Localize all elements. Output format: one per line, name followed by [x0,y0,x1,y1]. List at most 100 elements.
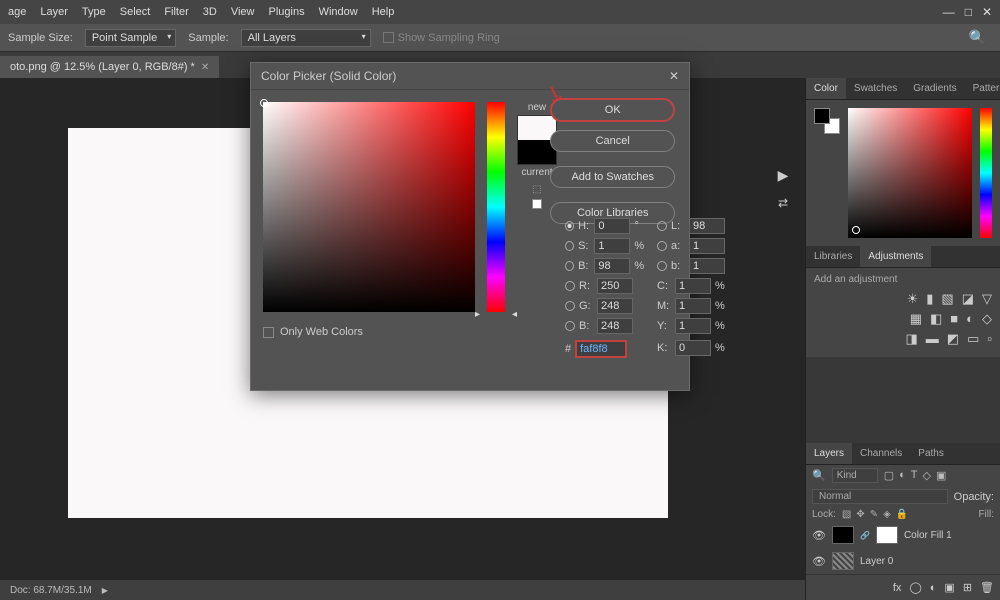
only-web-colors-checkbox[interactable]: Only Web Colors [263,326,363,338]
menu-window[interactable]: Window [319,6,358,18]
layer-name[interactable]: Color Fill 1 [904,530,952,541]
adj-brightness-icon[interactable]: ☀ [907,291,919,307]
filter-pixel-icon[interactable]: ▢ [884,469,894,482]
adj-posterize-icon[interactable]: ▬ [926,331,939,347]
visibility-icon[interactable]: 👁 [812,529,826,542]
c-input[interactable] [675,278,711,294]
tab-adjustments[interactable]: Adjustments [860,246,931,267]
saturation-field[interactable] [263,102,475,312]
hue-slider-thumb-icon[interactable] [482,309,510,313]
adj-gradient-icon[interactable]: ▭ [967,331,979,347]
menu-plugins[interactable]: Plugins [269,6,305,18]
y-input[interactable] [675,318,711,334]
mini-saturation-field[interactable] [848,108,972,238]
h-input[interactable] [594,218,630,234]
tab-close-icon[interactable]: ✕ [201,62,209,73]
checkbox-icon[interactable] [263,327,274,338]
brightness-input[interactable] [594,258,630,274]
tab-libraries[interactable]: Libraries [806,246,860,267]
g-input[interactable] [597,298,633,314]
lab-b-input[interactable] [689,258,725,274]
ok-button[interactable]: OK [550,98,675,122]
menu-layer[interactable]: Layer [40,6,68,18]
sample-dropdown[interactable]: All Layers [241,29,371,47]
hex-input[interactable] [575,340,627,358]
adj-invert-icon[interactable]: ◨ [906,331,918,347]
adj-threshold-icon[interactable]: ◩ [947,331,959,347]
document-tab[interactable]: oto.png @ 12.5% (Layer 0, RGB/8#) * ✕ [0,56,219,78]
tab-patterns[interactable]: Patterns [965,78,1000,99]
filter-shape-icon[interactable]: ◇ [923,469,931,482]
fg-color-icon[interactable] [814,108,830,124]
adj-vibrance-icon[interactable]: ▽ [982,291,992,307]
dialog-titlebar[interactable]: Color Picker (Solid Color) ✕ [251,63,689,90]
lock-position-icon[interactable]: ✥ [856,509,864,520]
maximize-icon[interactable]: □ [965,5,972,19]
tab-swatches[interactable]: Swatches [846,78,905,99]
lab-b-radio[interactable] [657,261,667,271]
adj-bw-icon[interactable]: ■ [950,311,958,327]
menu-3d[interactable]: 3D [203,6,217,18]
mask-icon[interactable]: ◯ [909,581,921,594]
hue-slider[interactable] [487,102,505,312]
r-input[interactable] [597,278,633,294]
adj-photo-icon[interactable]: ◐ [966,311,974,327]
adj-exposure-icon[interactable]: ◪ [962,291,974,307]
layer-thumb[interactable] [832,526,854,544]
menu-help[interactable]: Help [372,6,395,18]
s-input[interactable] [594,238,630,254]
layer-name[interactable]: Layer 0 [860,556,893,567]
tab-paths[interactable]: Paths [910,443,952,464]
adj-curves-icon[interactable]: ▧ [941,291,953,307]
cancel-button[interactable]: Cancel [550,130,675,152]
g-radio[interactable] [565,301,575,311]
lock-pixels-icon[interactable]: ✎ [870,509,878,520]
new-layer-icon[interactable]: ⊞ [963,581,972,594]
tab-channels[interactable]: Channels [852,443,910,464]
filter-adjust-icon[interactable]: ◐ [899,469,906,482]
blend-mode-dropdown[interactable]: Normal [812,489,948,504]
tab-gradients[interactable]: Gradients [905,78,964,99]
lock-all-icon[interactable]: ▧ [842,509,851,520]
show-sampling-ring-checkbox[interactable]: Show Sampling Ring [383,32,500,44]
l-radio[interactable] [657,221,667,231]
close-icon[interactable]: ✕ [982,5,992,19]
h-radio[interactable] [565,221,574,231]
menu-type[interactable]: Type [82,6,106,18]
minimize-icon[interactable]: — [943,5,955,19]
mask-thumb[interactable] [876,526,898,544]
l-input[interactable] [689,218,725,234]
a-radio[interactable] [657,241,667,251]
layer-item[interactable]: 👁 Layer 0 [806,548,1000,574]
tab-color[interactable]: Color [806,78,846,99]
r-radio[interactable] [565,281,575,291]
filter-type-icon[interactable]: T [911,469,918,482]
play-icon[interactable]: ▶ [772,164,794,186]
web-safe-swatch[interactable] [532,199,542,209]
lock-icon[interactable]: 🔒 [896,509,908,520]
m-input[interactable] [675,298,711,314]
s-radio[interactable] [565,241,574,251]
delete-icon[interactable]: 🗑 [980,581,994,594]
layer-thumb[interactable] [832,552,854,570]
k-input[interactable] [675,340,711,356]
fg-bg-swatch[interactable] [814,108,840,134]
menu-view[interactable]: View [231,6,255,18]
adj-hue-icon[interactable]: ▦ [910,311,922,327]
add-to-swatches-button[interactable]: Add to Swatches [550,166,675,188]
adjustment-layer-icon[interactable]: ◐ [930,582,937,594]
blue-radio[interactable] [565,321,575,331]
lock-transparent-icon[interactable]: ◈ [883,509,891,520]
menu-select[interactable]: Select [120,6,151,18]
fx-icon[interactable]: fx [893,582,902,594]
mini-hue-slider[interactable] [980,108,992,238]
search-icon[interactable]: 🔍 [812,469,826,482]
layer-kind-dropdown[interactable]: Kind [832,468,878,483]
visibility-icon[interactable]: 👁 [812,555,826,568]
menu-image[interactable]: age [8,6,26,18]
tab-layers[interactable]: Layers [806,443,852,464]
filter-smart-icon[interactable]: ▣ [936,469,946,482]
adj-levels-icon[interactable]: ▮ [926,291,933,307]
a-input[interactable] [689,238,725,254]
layer-item[interactable]: 👁 🔗 Color Fill 1 [806,522,1000,548]
